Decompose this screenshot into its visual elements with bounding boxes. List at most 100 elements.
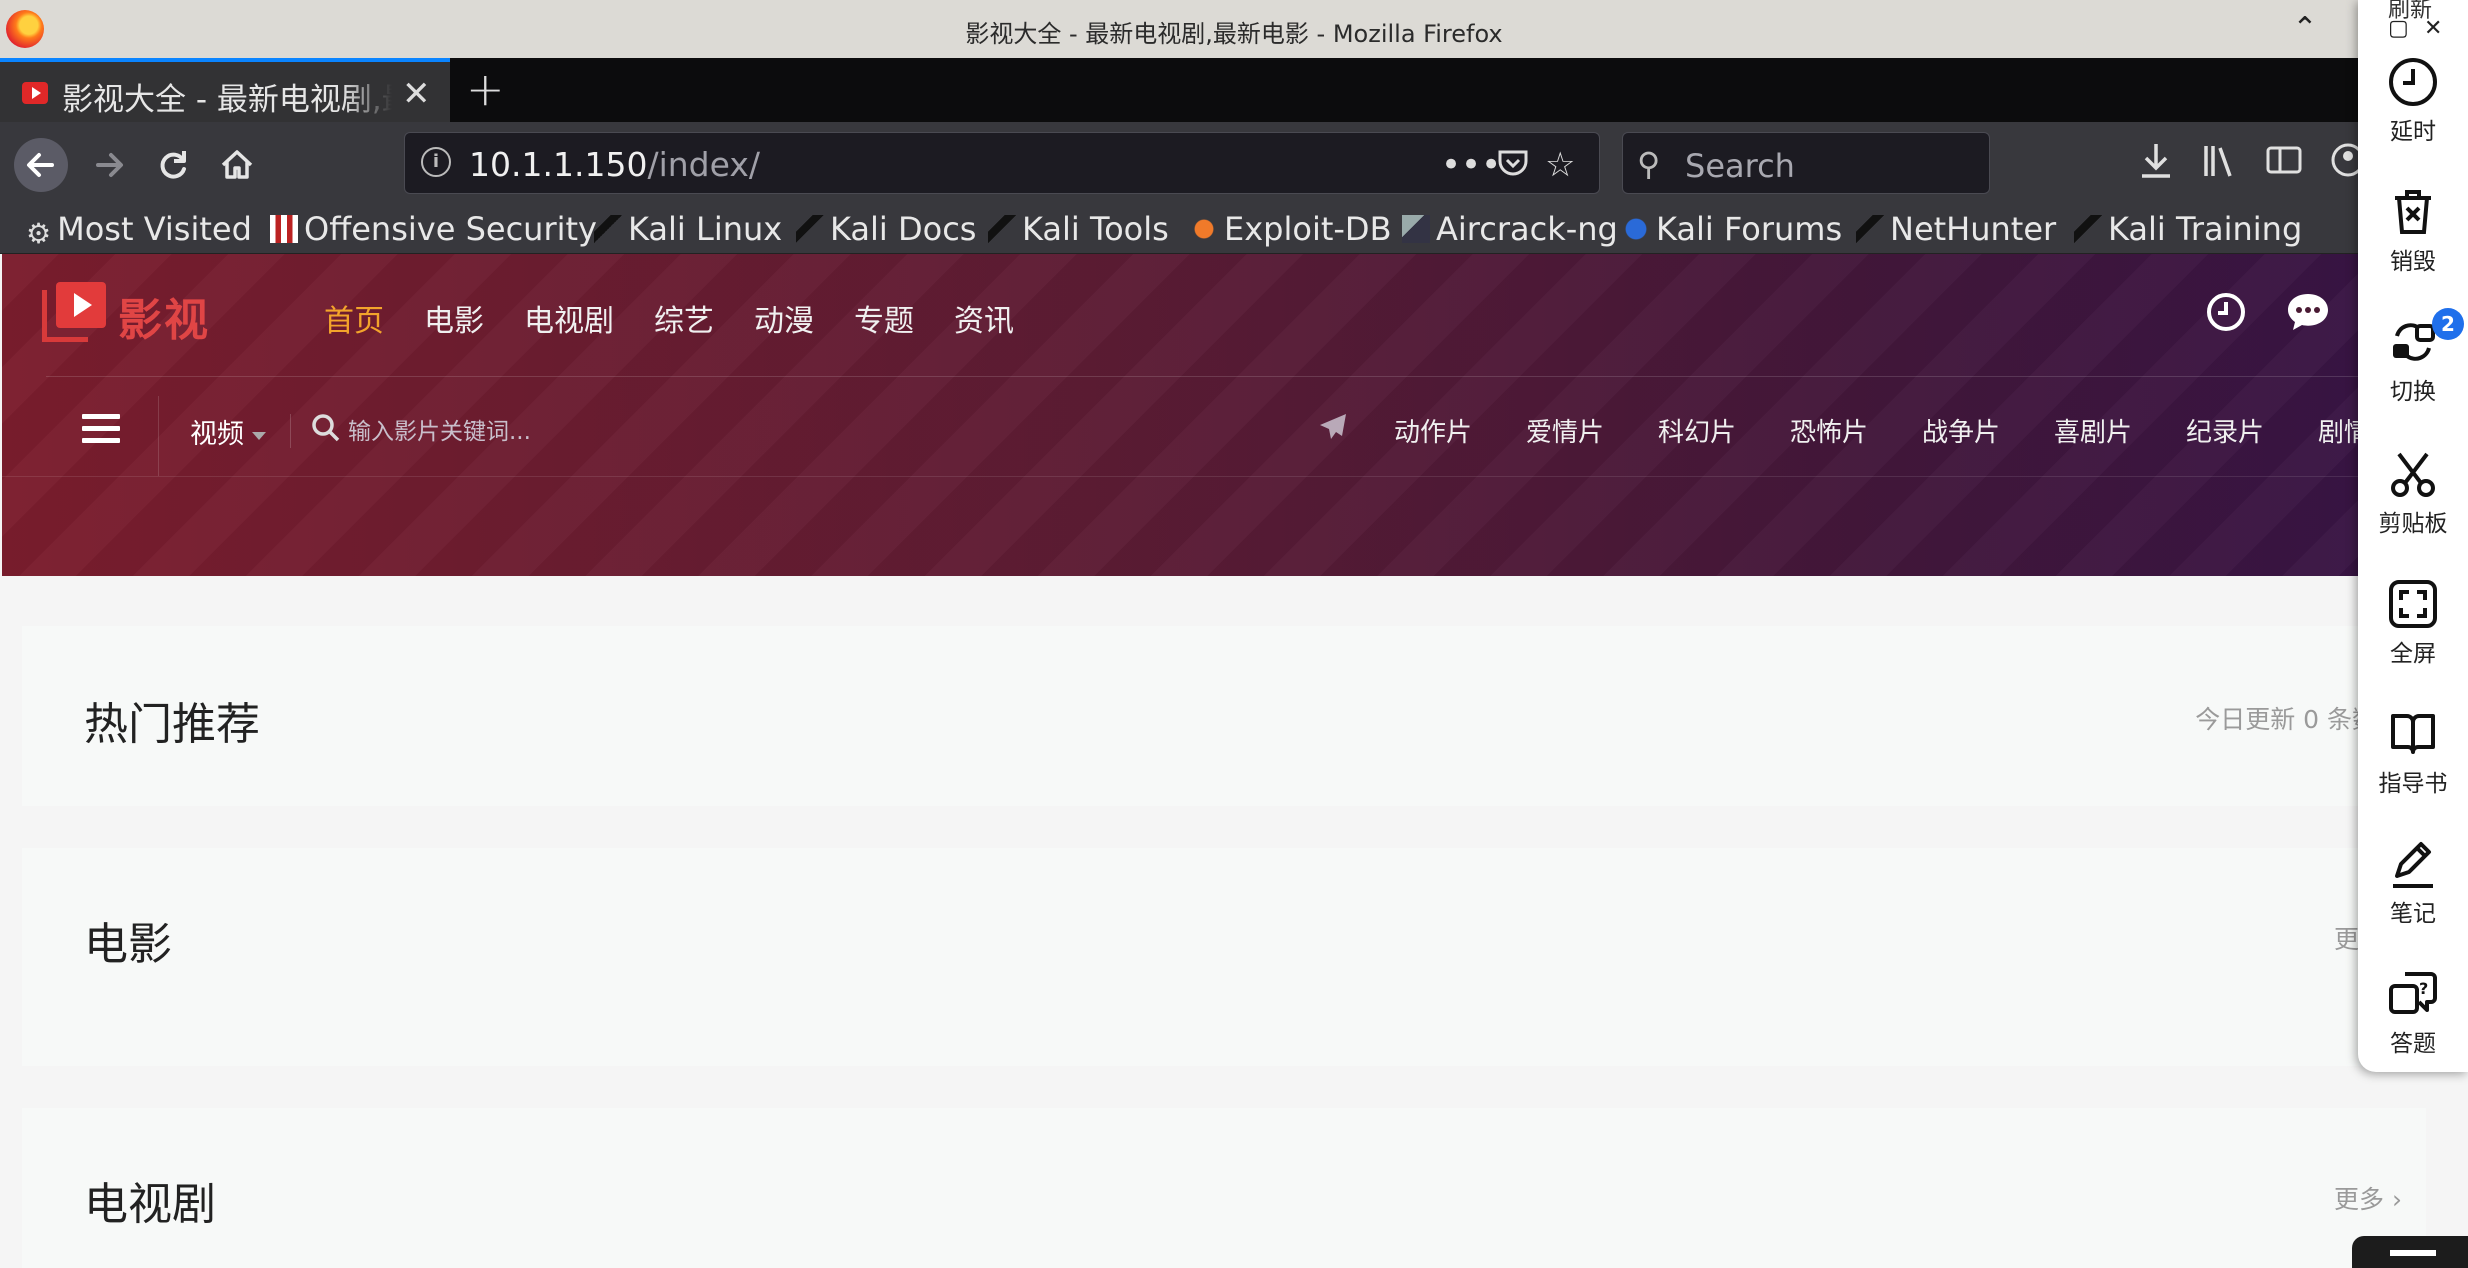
bookmark-exploit-db[interactable]: Exploit-DB (1190, 210, 1392, 248)
download-arrow-shape (2142, 144, 2170, 178)
bookmark-label: Kali Forums (1656, 210, 1843, 248)
browser-search-placeholder: Search (1685, 147, 1795, 185)
bookmark-kali-training[interactable]: Kali Training (2074, 210, 2302, 248)
clock-shape (2207, 293, 2245, 331)
section-title: 热门推荐 (84, 699, 260, 750)
sidebar-shape (2266, 146, 2302, 174)
sidebar-toggle-icon[interactable] (2264, 140, 2304, 189)
side-guide-button[interactable]: 指导书 (2358, 708, 2468, 798)
genre-comedy[interactable]: 喜剧片 (2054, 412, 2132, 449)
nav-tv-series[interactable]: 电视剧 (524, 296, 614, 340)
message-chat-icon[interactable] (2284, 290, 2328, 334)
panel-close-icon[interactable]: ✕ (2424, 16, 2442, 41)
chevron-down-icon (252, 431, 266, 440)
site-info-icon[interactable]: i (421, 147, 451, 177)
book-icon (2391, 714, 2435, 754)
bookmark-nethunter[interactable]: NetHunter (1856, 210, 2056, 248)
bookmark-kali-tools[interactable]: Kali Tools (988, 210, 1169, 248)
genre-horror[interactable]: 恐怖片 (1790, 412, 1868, 449)
genre-war[interactable]: 战争片 (1922, 412, 2000, 449)
youtube-favicon-icon (22, 82, 48, 104)
forward-button[interactable] (82, 138, 136, 192)
nav-news[interactable]: 资讯 (954, 296, 1014, 340)
side-destroy-button[interactable]: 销毁 (2358, 186, 2468, 276)
bookmark-aircrack-ng[interactable]: Aircrack-ng (1402, 210, 1618, 248)
browser-search-bar[interactable]: ⚲ Search (1622, 132, 1990, 194)
fullscreen-icon (2389, 580, 2437, 628)
bookmark-label: Most Visited (57, 210, 252, 248)
side-clipboard-button[interactable]: 剪贴板 (2358, 448, 2468, 538)
category-select[interactable]: 视频 (190, 412, 266, 451)
site-search-input[interactable] (348, 414, 768, 450)
side-switch-button[interactable]: 2 切换 (2358, 308, 2468, 406)
panel-restore-icon[interactable]: ▢ (2388, 16, 2409, 41)
nav-variety[interactable]: 综艺 (654, 296, 714, 340)
bookmark-kali-docs[interactable]: Kali Docs (796, 210, 976, 248)
window-maximize-chevron-icon[interactable]: ⌃ (2292, 14, 2318, 44)
vertical-divider (158, 396, 159, 476)
side-delay-button[interactable]: 延时 (2358, 56, 2468, 146)
kali-dragon-icon (796, 215, 824, 243)
floating-toggle-button[interactable] (2352, 1236, 2468, 1268)
reload-button[interactable] (146, 138, 200, 192)
paper-plane-icon (1318, 412, 1348, 442)
side-label: 销毁 (2390, 249, 2436, 275)
page-actions-icon[interactable]: ••• (1441, 145, 1501, 185)
downloads-icon[interactable] (2138, 140, 2174, 189)
chat-shape (2288, 294, 2328, 330)
new-tab-button[interactable]: + (466, 62, 505, 116)
nav-movies[interactable]: 电影 (424, 296, 484, 340)
side-label: 延时 (2390, 119, 2436, 145)
bookmark-kali-forums[interactable]: Kali Forums (1622, 210, 1842, 248)
library-shape (2204, 146, 2232, 177)
nav-topics[interactable]: 专题 (854, 296, 914, 340)
nav-home[interactable]: 首页 (324, 296, 384, 340)
kali-dragon-icon (1856, 215, 1884, 243)
tab-title: 影视大全 - 最新电视剧,最新电影 (62, 82, 392, 118)
bookmark-star-icon[interactable]: ☆ (1545, 145, 1575, 185)
tab-close-icon[interactable]: ✕ (402, 74, 431, 114)
bookmark-offensive-security[interactable]: Offensive Security (270, 210, 597, 248)
genre-scifi[interactable]: 科幻片 (1658, 412, 1736, 449)
window-title: 影视大全 - 最新电视剧,最新电影 - Mozilla Firefox (965, 20, 1503, 48)
svg-text:?: ? (2419, 979, 2428, 998)
side-notes-button[interactable]: 笔记 (2358, 838, 2468, 928)
nav-anime[interactable]: 动漫 (754, 296, 814, 340)
section-hot-recommend: 热门推荐 今日更新 0 条数据 (22, 626, 2426, 806)
browser-tab-active[interactable]: 影视大全 - 最新电视剧,最新电影 ✕ (0, 58, 450, 122)
url-text[interactable]: 10.1.1.150/index/ (469, 145, 760, 184)
gear-icon: ⚙ (26, 217, 52, 250)
side-label: 指导书 (2378, 771, 2448, 797)
home-button[interactable] (210, 138, 264, 192)
toggle-bar-icon (2390, 1250, 2436, 1256)
history-clock-icon[interactable] (2204, 290, 2248, 334)
library-icon[interactable] (2200, 140, 2240, 189)
bookmark-label: Exploit-DB (1224, 210, 1392, 248)
genre-romance[interactable]: 爱情片 (1526, 412, 1604, 449)
bookmark-kali-linux[interactable]: Kali Linux (594, 210, 782, 248)
site-logo-icon[interactable] (42, 282, 112, 344)
lab-side-panel: 刷新 ▢ ✕ 延时 销毁 2 切换 剪贴板 全屏 指导书 笔记 ? 答题 (2358, 0, 2468, 1072)
side-fullscreen-button[interactable]: 全屏 (2358, 578, 2468, 668)
genre-documentary[interactable]: 纪录片 (2186, 412, 2264, 449)
bookmark-most-visited[interactable]: ⚙ Most Visited (26, 210, 252, 248)
menu-hamburger-icon[interactable] (82, 414, 120, 446)
section-title: 电影 (84, 919, 172, 970)
url-bar[interactable]: i 10.1.1.150/index/ ••• ☆ (404, 132, 1600, 194)
clock-icon (2389, 58, 2437, 106)
side-label: 切换 (2390, 379, 2436, 405)
more-link[interactable]: 更多 › (2334, 1180, 2402, 1216)
category-select-value: 视频 (190, 419, 244, 450)
pocket-icon[interactable] (1495, 145, 1531, 190)
bookmark-label: Kali Linux (628, 210, 783, 248)
bookmark-label: Kali Training (2108, 210, 2303, 248)
site-search-icon[interactable] (310, 412, 342, 452)
back-button[interactable] (14, 138, 68, 192)
side-label: 全屏 (2390, 641, 2436, 667)
side-answer-button[interactable]: ? 答题 (2358, 968, 2468, 1058)
bookmark-label: Kali Docs (830, 210, 977, 248)
side-label: 笔记 (2390, 901, 2436, 927)
url-host: 10.1.1.150 (469, 145, 648, 184)
site-name[interactable]: 影视 (118, 284, 210, 348)
genre-action[interactable]: 动作片 (1394, 412, 1472, 449)
